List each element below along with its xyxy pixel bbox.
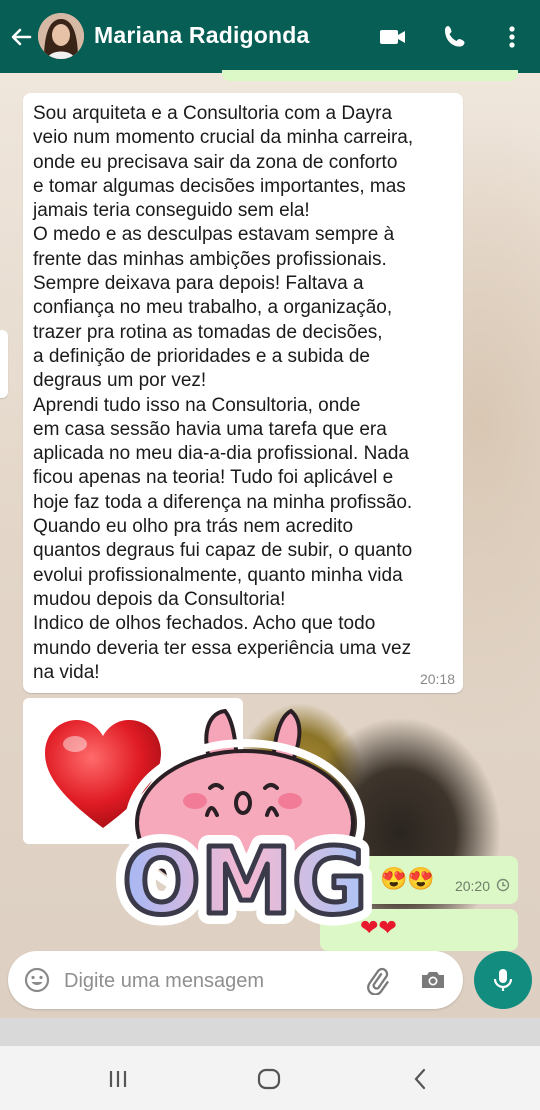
omg-sticker[interactable]: OMG OMG — [95, 703, 395, 946]
mic-icon[interactable] — [474, 951, 532, 1009]
message-text: Sou arquiteta e a Consultoria com a Dayr… — [33, 103, 414, 683]
message-composer — [8, 951, 463, 1009]
phone-icon[interactable] — [440, 22, 470, 52]
clock-icon — [496, 878, 510, 892]
message-time: 20:20 — [454, 878, 490, 894]
recents-icon[interactable] — [103, 1064, 133, 1094]
emoji-icon[interactable] — [22, 965, 52, 995]
chat-header: Mariana Radigonda — [0, 0, 540, 73]
camera-icon[interactable] — [418, 965, 448, 995]
paperclip-icon[interactable] — [362, 965, 392, 996]
nav-bar-shadow — [0, 1018, 540, 1046]
previous-outgoing-bubble — [222, 70, 518, 81]
sticker-text: OMG — [122, 828, 367, 935]
contact-name[interactable]: Mariana Radigonda — [94, 22, 310, 49]
system-nav-bar — [0, 1046, 540, 1110]
message-input[interactable] — [62, 965, 316, 997]
back-chevron-icon[interactable] — [405, 1064, 435, 1094]
message-time: 20:18 — [419, 671, 455, 687]
incoming-message[interactable]: Sou arquiteta e a Consultoria com a Dayr… — [23, 93, 463, 693]
avatar[interactable] — [38, 13, 84, 59]
previous-incoming-bubble — [0, 330, 8, 398]
more-vert-icon[interactable] — [497, 22, 527, 52]
arrow-left-icon[interactable] — [6, 22, 36, 52]
video-call-icon[interactable] — [378, 22, 408, 52]
home-icon[interactable] — [254, 1064, 284, 1094]
